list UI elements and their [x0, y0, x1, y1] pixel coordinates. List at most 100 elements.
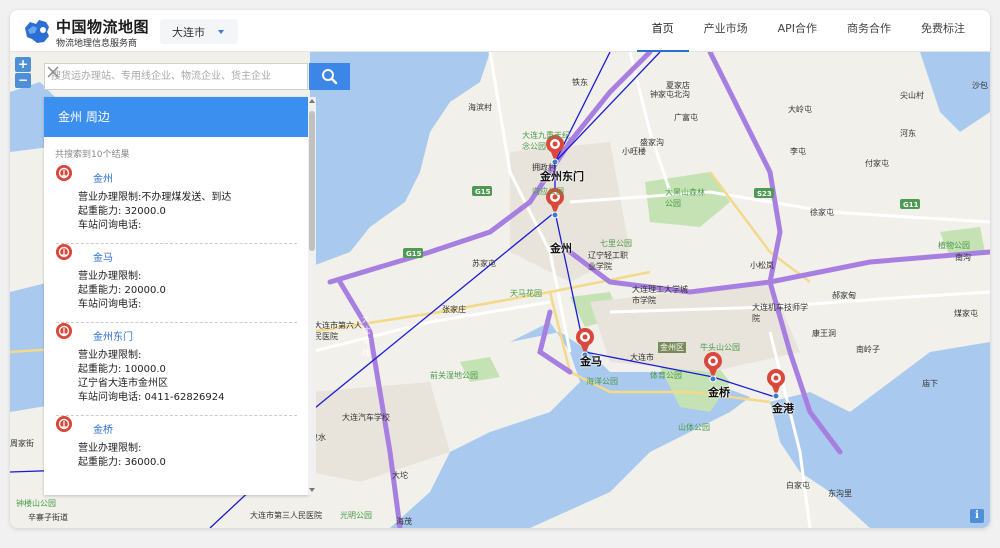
map-label: 广富屯 [674, 113, 698, 122]
clear-icon[interactable] [45, 64, 61, 80]
map-label: 沙包 [972, 81, 988, 90]
search-input[interactable] [45, 64, 281, 89]
map-label: 金州区 [658, 342, 686, 353]
map-label: 山体公园 [678, 423, 710, 432]
station-label-jinzhou[interactable]: 金州 [550, 240, 572, 256]
result-name[interactable]: 金州东门 [93, 329, 297, 349]
map-label: 大连市第六人民医院 [314, 321, 362, 341]
map-label: 周家街 [10, 439, 34, 448]
map-label: 南沟 [955, 253, 971, 262]
city-label: 大连市 [172, 26, 205, 39]
map-label: 东沟里 [828, 489, 852, 498]
scroll-down-arrow-icon[interactable] [309, 488, 315, 492]
result-scope: 营业办理限制: [78, 271, 142, 282]
map-label: 向应公园 [532, 187, 564, 196]
station-label-jingang[interactable]: 金港 [772, 400, 794, 416]
result-scope: 营业办理限制:不办理煤发送、到达 [78, 192, 232, 203]
result-item[interactable]: 金马 营业办理限制: 起重能力: 20000.0 车站问询电话: [56, 244, 297, 323]
map-label: 大坨 [392, 471, 408, 480]
app-frame: 中国物流地图 物流地理信息服务商 大连市 首页 产业市场 API合作 商务合作 … [10, 10, 990, 528]
map-label: 大黑山森林公园 [665, 188, 705, 208]
road-label-s23: S23 [757, 190, 772, 198]
map-label: 白家屯 [786, 481, 810, 490]
scroll-up-arrow-icon[interactable] [309, 99, 315, 103]
map-label: 光明公园 [340, 511, 372, 520]
map-label: 大连九重天纪念公园 [522, 131, 570, 151]
road-label-g11: G11 [903, 201, 919, 209]
nav-industry-market[interactable]: 产业市场 [689, 10, 763, 52]
result-item[interactable]: 金州 营业办理限制:不办理煤发送、到达 起重能力: 32000.0 车站问询电话… [56, 165, 297, 244]
map-label: 李屯 [790, 147, 806, 156]
result-capacity: 起重能力: 36000.0 [78, 457, 166, 468]
result-scope: 营业办理限制: [78, 443, 142, 454]
scroll-thumb[interactable] [309, 111, 315, 251]
map-label: 小旺楼 [622, 147, 646, 156]
logo-title: 中国物流地图 [56, 18, 150, 36]
result-name[interactable]: 金桥 [93, 422, 297, 442]
railway-station-icon [56, 416, 72, 432]
map-label: 天马花园 [510, 289, 542, 298]
result-name[interactable]: 金州 [93, 171, 297, 191]
result-phone: 车站问询电话: [78, 220, 142, 231]
nav-home[interactable]: 首页 [636, 10, 689, 52]
station-label-jinzhou-east-gate[interactable]: 金州东门 [540, 168, 584, 184]
map-label: 大连汽车学校 [342, 413, 390, 422]
map-label: 牛头山公园 [700, 343, 740, 352]
china-map-logo-icon [25, 20, 49, 43]
railway-station-icon [56, 165, 72, 181]
map-label: 体育公园 [650, 371, 682, 380]
nav-free-marking[interactable]: 免费标注 [906, 10, 980, 52]
map-info-button[interactable]: i [970, 509, 984, 523]
station-label-jinma[interactable]: 金马 [580, 353, 602, 369]
map-label: 大连理工大学城市学院 [632, 285, 688, 305]
search-icon [322, 69, 338, 85]
result-item[interactable]: 金桥 营业办理限制: 起重能力: 36000.0 [56, 416, 297, 480]
result-scope: 营业办理限制: [78, 350, 142, 361]
result-capacity: 起重能力: 20000.0 [78, 285, 166, 296]
result-capacity: 起重能力: 32000.0 [78, 206, 166, 217]
map-label: 七里公园 [600, 239, 632, 248]
zoom-out-button[interactable]: − [15, 73, 31, 88]
map-canvas[interactable]: G15 S23 G11 G15 海滨村 铁东 夏家店 钟家屯北沟 广富屯 大岭屯… [10, 52, 990, 528]
map-label: 钟家屯北沟 [650, 90, 690, 99]
map-label: 钟楼山公园 [16, 499, 56, 508]
map-label: 辛寨子街道 [28, 513, 68, 522]
map-label: 苏家屯 [472, 259, 496, 268]
map-label: 大岭屯 [788, 105, 812, 114]
logo-subtitle: 物流地理信息服务商 [56, 39, 138, 49]
map-label: 郝家甸 [832, 291, 856, 300]
zoom-in-button[interactable]: + [15, 57, 31, 72]
map-label: 尖山村 [900, 91, 924, 100]
results-panel-title: 金州 周边 [44, 97, 309, 137]
map-label: 大连机车技师学院 [752, 303, 808, 323]
main-nav: 首页 产业市场 API合作 商务合作 免费标注 [636, 10, 980, 52]
map-label: 大连市 [630, 353, 654, 362]
result-item[interactable]: 金州东门 营业办理限制: 起重能力: 10000.0 辽宁省大连市金州区 车站问… [56, 323, 297, 416]
result-name[interactable]: 金马 [93, 250, 297, 270]
result-capacity: 起重能力: 10000.0 [78, 364, 166, 375]
road-label-g15: G15 [475, 188, 491, 196]
map-label: 海茂 [396, 517, 412, 526]
results-panel: 金州 周边 共搜索到10个结果 金州 营业办理限制:不办理煤发送、到达 起重能力… [44, 97, 309, 495]
nav-business-cooperation[interactable]: 商务合作 [832, 10, 906, 52]
search-button[interactable] [309, 63, 350, 90]
result-address: 辽宁省大连市金州区 [78, 378, 168, 389]
city-selector[interactable]: 大连市 [160, 19, 238, 44]
map-label: 植物公园 [938, 241, 970, 250]
caret-down-icon [218, 30, 224, 34]
map-label: 辽宁轻工职业学院 [588, 251, 628, 271]
map-label: 康王洞 [812, 329, 836, 338]
map-label: 河东 [900, 129, 916, 138]
results-scrollbar[interactable] [308, 97, 316, 495]
map-label: 付家屯 [865, 159, 889, 168]
map-label: 煤家屯 [954, 309, 978, 318]
results-count: 共搜索到10个结果 [55, 150, 130, 160]
station-label-jinqiao[interactable]: 金桥 [708, 384, 730, 400]
map-label: 南岭子 [856, 345, 880, 354]
map-label: 铁东 [572, 78, 588, 87]
site-logo[interactable]: 中国物流地图 物流地理信息服务商 [22, 14, 152, 49]
map-label: 庙下 [922, 379, 938, 388]
top-header: 中国物流地图 物流地理信息服务商 大连市 首页 产业市场 API合作 商务合作 … [10, 10, 990, 52]
nav-api-cooperation[interactable]: API合作 [763, 10, 832, 52]
zoom-controls: + − [15, 57, 31, 89]
